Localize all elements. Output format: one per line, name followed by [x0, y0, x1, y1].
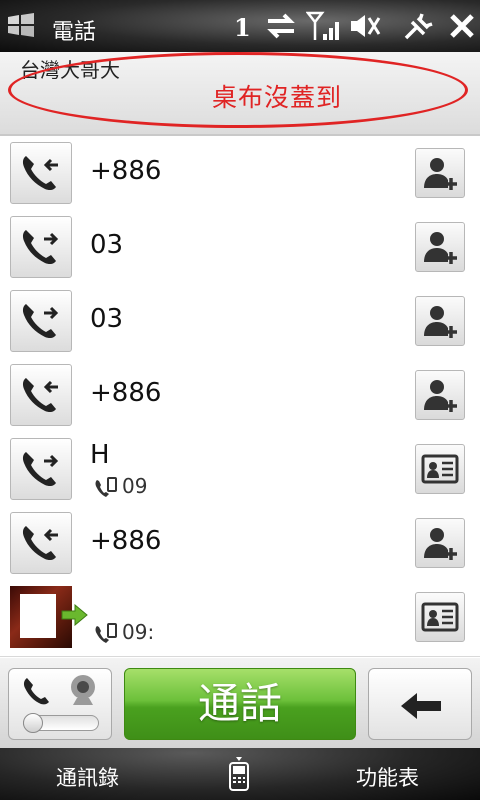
- incoming-call-icon[interactable]: [10, 364, 72, 426]
- phone-number: +886: [90, 378, 162, 408]
- talk-button[interactable]: 通話: [124, 668, 356, 740]
- contact-card-button[interactable]: [415, 444, 465, 494]
- softkey-bar: 通訊錄 功能表: [0, 748, 480, 800]
- softkey-menu[interactable]: 功能表: [356, 762, 419, 792]
- add-contact-button[interactable]: [415, 148, 465, 198]
- add-contact-button[interactable]: [415, 222, 465, 272]
- phone-number: +886: [90, 526, 162, 556]
- mobile-number: 09:: [122, 620, 155, 644]
- notification-count[interactable]: 1: [234, 13, 251, 42]
- mobile-phone-icon: [95, 476, 117, 497]
- add-contact-button[interactable]: [415, 296, 465, 346]
- mobile-number-line: 09:: [94, 620, 154, 645]
- mobile-number: 09: [122, 474, 148, 498]
- softkey-contacts[interactable]: 通訊錄: [56, 762, 119, 792]
- call-log-row[interactable]: +886: [0, 136, 480, 211]
- outgoing-call-icon[interactable]: [10, 438, 72, 500]
- app-title: 電話: [52, 20, 97, 45]
- phone-handset-icon: [21, 675, 51, 711]
- incoming-call-icon[interactable]: [10, 142, 72, 204]
- webcam-icon: [65, 673, 101, 711]
- phone-number: 03: [90, 304, 124, 334]
- signal-strength-icon[interactable]: [305, 10, 342, 46]
- keypad-phone-icon[interactable]: [228, 756, 250, 796]
- add-contact-button[interactable]: [415, 370, 465, 420]
- contact-card-button[interactable]: [415, 592, 465, 642]
- call-log-row[interactable]: 09:: [0, 580, 480, 657]
- mobile-phone-icon: [95, 622, 117, 643]
- windows-start-icon[interactable]: [6, 12, 36, 42]
- speaker-muted-icon[interactable]: [348, 12, 382, 44]
- phone-number: 03: [90, 230, 124, 260]
- incoming-call-icon[interactable]: [10, 512, 72, 574]
- status-bar: 電話 1: [0, 0, 480, 52]
- outgoing-call-icon[interactable]: [10, 216, 72, 278]
- add-contact-button[interactable]: [415, 518, 465, 568]
- mobile-number-line: 09: [94, 474, 147, 499]
- back-arrow-icon: [399, 691, 443, 725]
- close-icon[interactable]: [448, 12, 476, 44]
- voice-video-toggle[interactable]: [8, 668, 112, 740]
- phone-number: +886: [90, 156, 162, 186]
- backspace-button[interactable]: [368, 668, 472, 740]
- toggle-knob[interactable]: [23, 713, 43, 733]
- connection-plug-icon[interactable]: [402, 10, 436, 46]
- call-log-row[interactable]: +886: [0, 506, 480, 581]
- annotation-text: 桌布沒蓋到: [212, 83, 343, 112]
- call-log-row[interactable]: H 09: [0, 432, 480, 507]
- call-log-row[interactable]: 03: [0, 284, 480, 359]
- call-log-row[interactable]: 03: [0, 210, 480, 285]
- outgoing-call-icon[interactable]: [10, 290, 72, 352]
- outgoing-arrow-icon: [60, 603, 88, 630]
- contact-name: H: [90, 440, 110, 470]
- call-log-row[interactable]: +886: [0, 358, 480, 433]
- data-sync-icon[interactable]: [264, 12, 298, 44]
